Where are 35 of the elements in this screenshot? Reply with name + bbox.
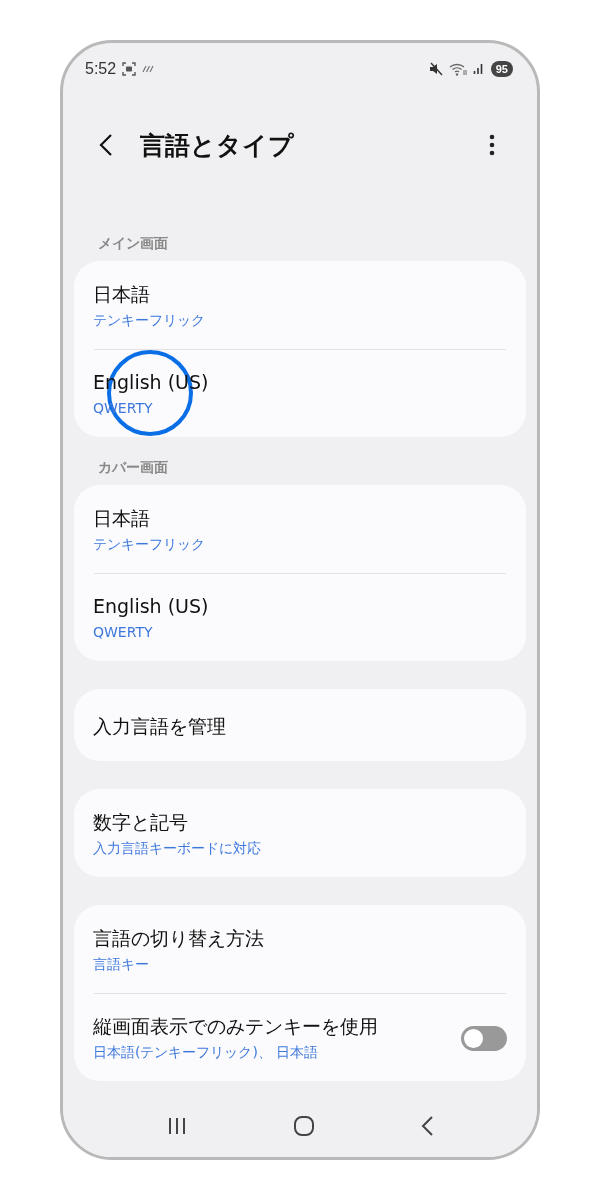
settings-item[interactable]: 言語の切り替え方法 言語キー — [74, 905, 526, 993]
back-icon[interactable] — [420, 1115, 435, 1137]
item-title: 入力言語を管理 — [93, 714, 227, 739]
item-title: 数字と記号 — [93, 810, 189, 835]
item-title: English (US) — [93, 594, 210, 619]
item-subtitle: 入力言語キーボードに対応 — [93, 839, 262, 858]
item-subtitle: テンキーフリック — [93, 535, 206, 554]
section-header: メイン画面 — [97, 234, 169, 253]
section-header: カバー画面 — [97, 458, 169, 477]
item-subtitle: 日本語(テンキーフリック)、 日本語 — [93, 1043, 320, 1062]
screenshot-icon — [122, 62, 137, 76]
stripes-icon — [142, 65, 155, 73]
signal-icon — [472, 63, 485, 75]
page-title: 言語とタイプ — [140, 129, 295, 162]
mute-icon — [428, 62, 443, 76]
home-icon[interactable] — [293, 1115, 315, 1137]
item-title: 日本語 — [93, 282, 151, 307]
settings-item[interactable]: 縦画面表示でのみテンキーを使用 日本語(テンキーフリック)、 日本語 — [74, 993, 526, 1081]
more-options-icon[interactable] — [489, 134, 495, 156]
settings-item[interactable]: 日本語 テンキーフリック — [74, 485, 526, 573]
item-subtitle: テンキーフリック — [93, 311, 206, 330]
settings-item[interactable]: 数字と記号 入力言語キーボードに対応 — [74, 789, 526, 877]
settings-item[interactable]: English (US) QWERTY — [74, 573, 526, 661]
status-time: 5:52 — [85, 60, 117, 78]
item-title: 縦画面表示でのみテンキーを使用 — [93, 1014, 379, 1039]
settings-item[interactable]: 入力言語を管理 — [74, 689, 526, 761]
back-icon[interactable] — [99, 133, 113, 157]
wifi-icon — [448, 62, 467, 76]
toggle-switch[interactable] — [461, 1025, 507, 1051]
battery-level: 95 — [490, 61, 513, 77]
item-title: 言語の切り替え方法 — [93, 926, 265, 951]
item-title: 日本語 — [93, 506, 151, 531]
item-subtitle: 言語キー — [93, 955, 150, 974]
item-subtitle: QWERTY — [93, 623, 154, 642]
settings-item[interactable]: 日本語 テンキーフリック — [74, 261, 526, 349]
